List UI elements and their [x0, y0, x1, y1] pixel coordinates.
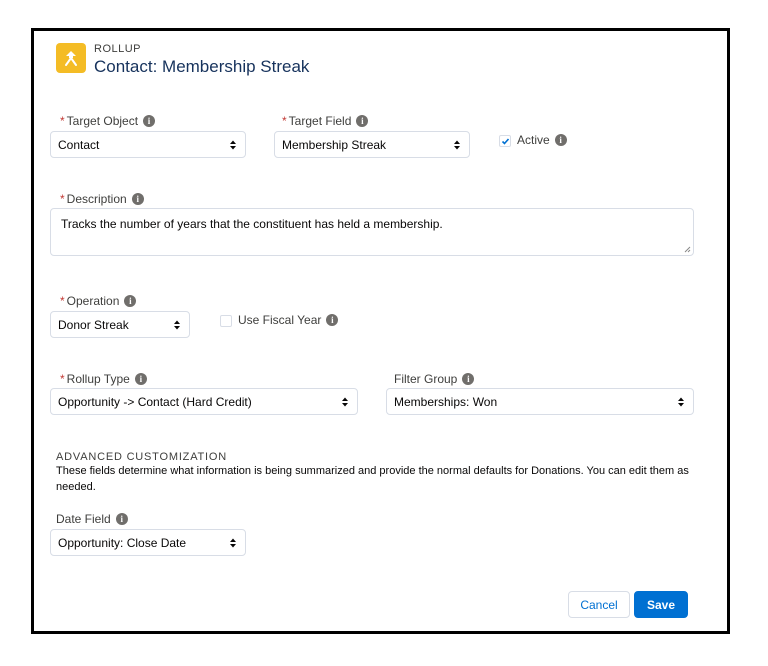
target-field-value: Membership Streak	[282, 137, 387, 152]
active-label-text: Active	[517, 133, 550, 147]
use-fiscal-year-label-text: Use Fiscal Year	[238, 313, 322, 327]
info-icon[interactable]: i	[554, 134, 567, 146]
advanced-section-title: ADVANCED CUSTOMIZATION	[56, 451, 227, 463]
description-label: * Description i	[60, 192, 144, 206]
page-title: Contact: Membership Streak	[94, 57, 310, 76]
info-icon[interactable]: i	[124, 295, 137, 307]
rollup-type-value: Opportunity -> Contact (Hard Credit)	[58, 394, 252, 409]
filter-group-value: Memberships: Won	[394, 394, 498, 409]
info-icon[interactable]: i	[326, 314, 339, 326]
operation-select[interactable]: Donor Streak	[50, 311, 190, 338]
description-label-text: Description	[66, 192, 127, 206]
advanced-help-text: These fields determine what information …	[56, 465, 689, 493]
info-icon[interactable]: i	[356, 115, 369, 127]
required-marker: *	[60, 372, 65, 386]
operation-label: * Operation i	[60, 294, 137, 308]
filter-group-label-text: Filter Group	[394, 372, 458, 386]
operation-label-text: Operation	[66, 294, 120, 308]
operation-value: Donor Streak	[58, 317, 129, 332]
save-button[interactable]: Save	[634, 591, 688, 618]
description-value: Tracks the number of years that the cons…	[61, 217, 443, 231]
target-object-label-text: Target Object	[66, 114, 139, 128]
date-field-select[interactable]: Opportunity: Close Date	[50, 529, 246, 556]
target-field-label-text: Target Field	[288, 114, 352, 128]
info-icon[interactable]: i	[462, 373, 475, 385]
required-marker: *	[60, 294, 65, 308]
required-marker: *	[60, 192, 65, 206]
select-arrows-icon	[230, 538, 236, 547]
target-object-value: Contact	[58, 137, 100, 152]
select-arrows-icon	[454, 140, 460, 149]
resize-handle-icon[interactable]	[684, 246, 691, 253]
filter-group-select[interactable]: Memberships: Won	[386, 388, 694, 415]
checkmark-icon	[501, 137, 509, 145]
target-object-label: * Target Object i	[60, 114, 156, 128]
target-field-select[interactable]: Membership Streak	[274, 131, 470, 158]
info-icon[interactable]: i	[115, 513, 128, 525]
filter-group-label: Filter Group i	[394, 372, 475, 386]
target-object-select[interactable]: Contact	[50, 131, 246, 158]
required-marker: *	[60, 114, 65, 128]
rollup-type-select[interactable]: Opportunity -> Contact (Hard Credit)	[50, 388, 358, 415]
cancel-button[interactable]: Cancel	[568, 591, 630, 618]
select-arrows-icon	[678, 397, 684, 406]
date-field-label-text: Date Field	[56, 512, 111, 526]
rollup-type-label: * Rollup Type i	[60, 372, 147, 386]
select-arrows-icon	[342, 397, 348, 406]
required-marker: *	[282, 114, 287, 128]
select-arrows-icon	[174, 320, 180, 329]
use-fiscal-year-checkbox[interactable]	[220, 315, 232, 327]
object-type-label: ROLLUP	[94, 43, 142, 55]
description-textarea[interactable]: Tracks the number of years that the cons…	[50, 208, 694, 256]
active-checkbox[interactable]	[499, 135, 511, 147]
select-arrows-icon	[230, 140, 236, 149]
info-icon[interactable]: i	[131, 193, 144, 205]
info-icon[interactable]: i	[143, 115, 156, 127]
info-icon[interactable]: i	[134, 373, 147, 385]
rollup-edit-modal: ROLLUP Contact: Membership Streak * Targ…	[31, 28, 730, 634]
rollup-icon	[56, 43, 86, 73]
date-field-value: Opportunity: Close Date	[58, 535, 187, 550]
active-label: Active i	[517, 133, 567, 147]
date-field-label: Date Field i	[56, 512, 128, 526]
target-field-label: * Target Field i	[282, 114, 369, 128]
use-fiscal-year-label: Use Fiscal Year i	[238, 313, 339, 327]
rollup-type-label-text: Rollup Type	[66, 372, 130, 386]
